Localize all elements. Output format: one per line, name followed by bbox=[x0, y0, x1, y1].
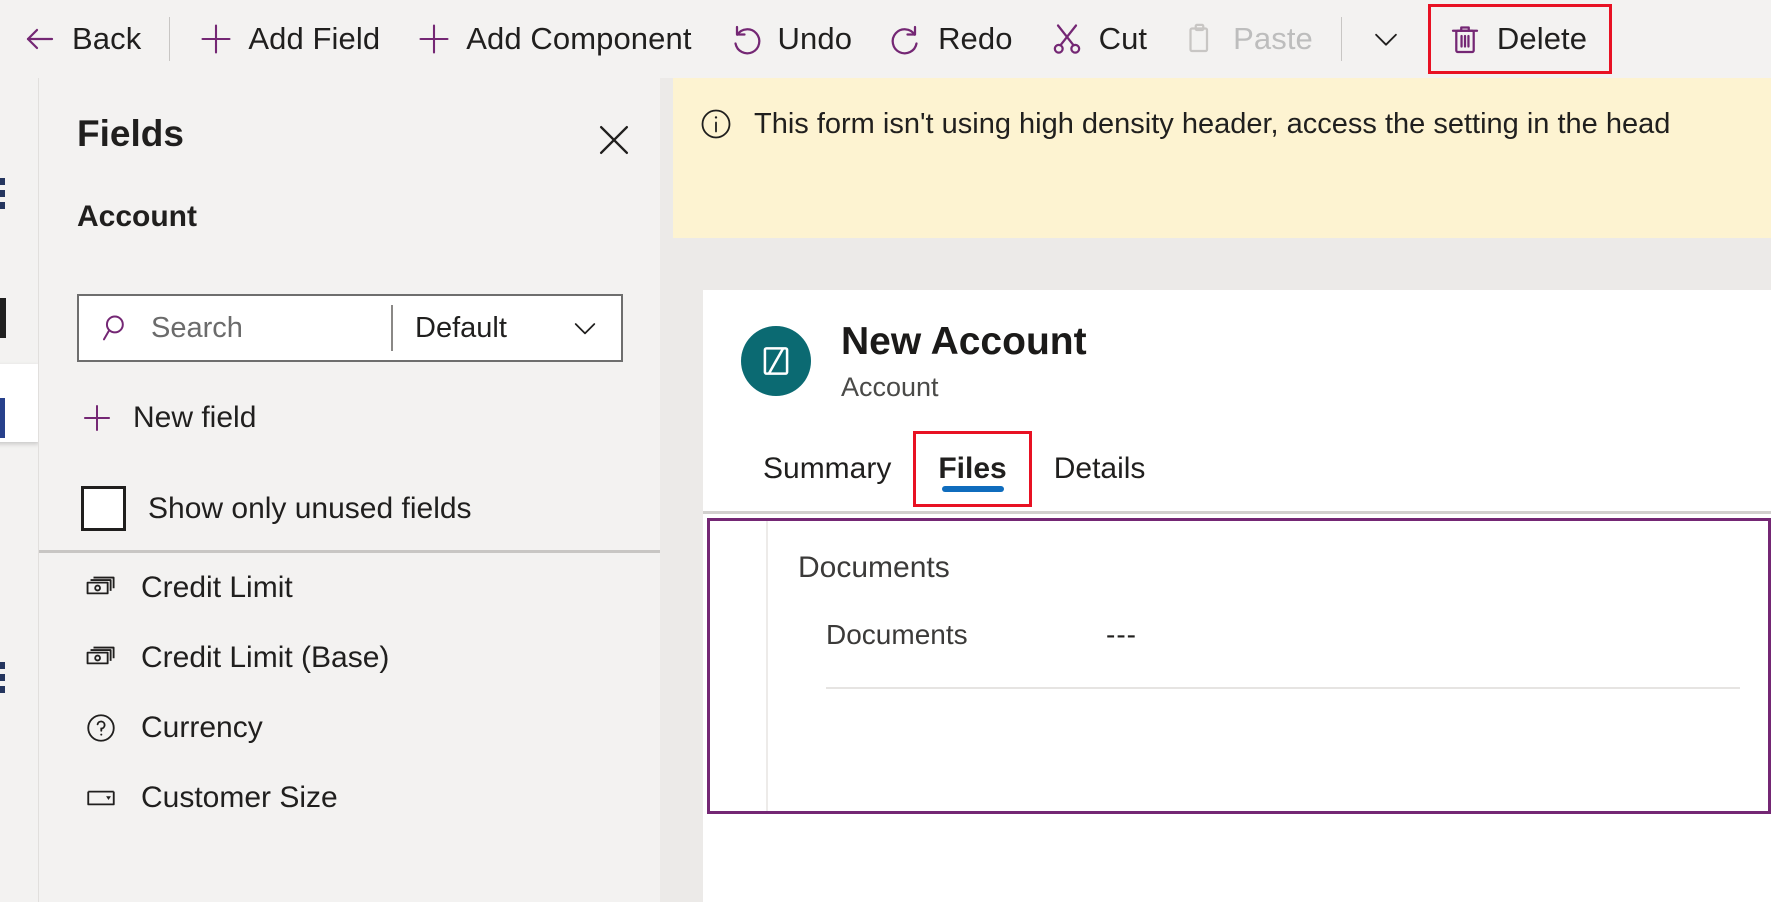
tree-view-rail[interactable] bbox=[0, 78, 38, 902]
new-field-button[interactable]: New field bbox=[79, 400, 256, 436]
account-entity-icon bbox=[741, 326, 811, 396]
field-filter-dropdown[interactable]: Default bbox=[393, 296, 621, 360]
section-gutter bbox=[710, 520, 768, 811]
list-item-label: Credit Limit (Base) bbox=[141, 641, 390, 674]
redo-icon bbox=[888, 21, 924, 57]
tab-summary[interactable]: Summary bbox=[741, 431, 913, 507]
info-icon bbox=[698, 106, 734, 142]
list-item[interactable]: Credit Limit bbox=[39, 553, 660, 623]
plus-icon bbox=[198, 21, 234, 57]
command-bar-divider-1 bbox=[169, 17, 171, 61]
tab-files[interactable]: Files bbox=[913, 430, 1032, 507]
cut-button-label: Cut bbox=[1098, 21, 1148, 56]
redo-button-label: Redo bbox=[938, 21, 1013, 56]
paste-button[interactable]: Paste bbox=[1165, 8, 1331, 70]
command-bar-divider-2 bbox=[1340, 17, 1342, 61]
arrow-left-icon bbox=[22, 21, 58, 57]
plus-icon bbox=[79, 400, 115, 436]
tab-details[interactable]: Details bbox=[1032, 431, 1168, 507]
fields-panel: Fields Account Default bbox=[38, 78, 660, 902]
add-component-button[interactable]: Add Component bbox=[398, 8, 709, 70]
command-bar-overflow-button[interactable] bbox=[1352, 8, 1420, 70]
list-item[interactable]: Credit Limit (Base) bbox=[39, 623, 660, 693]
tab-details-underline bbox=[1069, 489, 1131, 495]
cut-button[interactable]: Cut bbox=[1031, 8, 1166, 70]
page-subtitle: Account bbox=[841, 371, 939, 402]
choice-icon bbox=[83, 780, 119, 816]
documents-field-value: --- bbox=[1106, 618, 1137, 650]
currency-icon bbox=[83, 640, 119, 676]
currency-icon bbox=[83, 570, 119, 606]
page-title: New Account bbox=[841, 320, 1087, 363]
form-tabs-divider bbox=[703, 510, 1771, 514]
search-input[interactable] bbox=[151, 311, 391, 345]
show-only-unused-fields-label: Show only unused fields bbox=[148, 491, 472, 525]
documents-section[interactable]: Documents Documents --- bbox=[707, 517, 1771, 814]
back-button[interactable]: Back bbox=[4, 8, 159, 70]
tab-account-label: Account bbox=[77, 200, 197, 233]
documents-field-label: Documents bbox=[826, 618, 968, 650]
back-button-label: Back bbox=[72, 21, 142, 56]
form-preview-card: New Account Account Summary Files Detail… bbox=[703, 290, 1771, 902]
undo-icon bbox=[728, 21, 764, 57]
command-bar: Back Add Field Add Component Undo Redo C… bbox=[0, 0, 1771, 78]
chevron-down-icon bbox=[1368, 21, 1404, 57]
add-field-button[interactable]: Add Field bbox=[180, 8, 398, 70]
tree-node-card[interactable] bbox=[0, 364, 38, 442]
chevron-down-icon bbox=[567, 310, 603, 346]
trash-icon bbox=[1447, 21, 1483, 57]
scissors-icon bbox=[1049, 21, 1085, 57]
fields-search-row: Default bbox=[77, 294, 623, 362]
documents-field-row[interactable]: Documents --- bbox=[826, 619, 1768, 651]
tree-node-marker bbox=[0, 298, 6, 338]
fields-list[interactable]: Credit Limit Credit Limit (Base) Currenc… bbox=[39, 553, 660, 902]
form-canvas: This form isn't using high density heade… bbox=[660, 78, 1771, 902]
drag-handle-icon[interactable] bbox=[0, 178, 8, 214]
notification-message: This form isn't using high density heade… bbox=[754, 108, 1671, 140]
plus-icon bbox=[416, 21, 452, 57]
caret-up-icon[interactable] bbox=[655, 641, 660, 675]
tab-summary-label: Summary bbox=[763, 451, 892, 485]
tree-node-selected-accent bbox=[0, 398, 5, 438]
notification-bar: This form isn't using high density heade… bbox=[673, 78, 1771, 238]
drag-handle-icon[interactable] bbox=[0, 662, 8, 698]
search-icon bbox=[99, 310, 135, 346]
delete-button-label: Delete bbox=[1496, 21, 1588, 56]
list-item-label: Currency bbox=[141, 711, 263, 744]
field-filter-dropdown-value: Default bbox=[415, 311, 507, 344]
tab-files-underline bbox=[941, 485, 1004, 492]
close-icon[interactable] bbox=[590, 116, 638, 164]
lookup-icon bbox=[83, 710, 119, 746]
form-record-titles: New Account Account bbox=[841, 320, 1087, 403]
canvas-spacer bbox=[673, 238, 1771, 290]
list-item-label: Customer Size bbox=[141, 781, 338, 814]
tab-summary-underline bbox=[796, 489, 858, 495]
add-field-button-label: Add Field bbox=[248, 21, 381, 56]
undo-button-label: Undo bbox=[777, 21, 853, 56]
show-only-unused-fields-checkbox[interactable] bbox=[81, 486, 126, 531]
documents-field-divider bbox=[826, 686, 1740, 689]
fields-panel-title: Fields bbox=[77, 113, 184, 154]
tab-account[interactable]: Account bbox=[77, 200, 197, 243]
clipboard-icon bbox=[1183, 21, 1219, 57]
new-field-button-label: New field bbox=[133, 401, 257, 434]
form-record-header: New Account Account bbox=[703, 290, 1771, 403]
list-item-label: Credit Limit bbox=[141, 571, 293, 604]
show-only-unused-fields-row[interactable]: Show only unused fields bbox=[81, 486, 472, 531]
tab-files-label: Files bbox=[938, 451, 1007, 485]
tab-details-label: Details bbox=[1053, 451, 1146, 485]
documents-section-header: Documents bbox=[798, 550, 950, 584]
list-item[interactable]: Currency bbox=[39, 693, 660, 763]
undo-button[interactable]: Undo bbox=[710, 8, 871, 70]
redo-button[interactable]: Redo bbox=[870, 8, 1031, 70]
list-item[interactable]: Customer Size bbox=[39, 763, 660, 833]
form-tab-strip: Summary Files Details bbox=[741, 430, 1771, 507]
section-body: Documents Documents --- bbox=[768, 521, 1768, 811]
search-input-wrapper bbox=[79, 296, 391, 360]
delete-button[interactable]: Delete bbox=[1427, 4, 1613, 74]
add-component-button-label: Add Component bbox=[466, 21, 692, 56]
paste-button-label: Paste bbox=[1233, 21, 1313, 56]
